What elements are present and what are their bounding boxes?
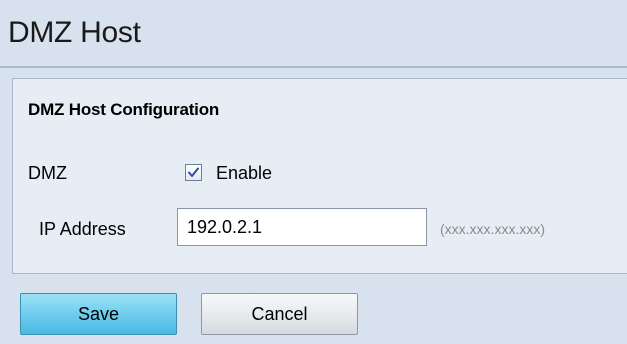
enable-checkbox-label[interactable]: Enable — [216, 163, 272, 183]
title-divider — [0, 66, 627, 68]
save-button[interactable]: Save — [20, 293, 177, 335]
cancel-button[interactable]: Cancel — [201, 293, 358, 335]
section-title: DMZ Host Configuration — [28, 100, 220, 119]
ip-address-input[interactable] — [177, 208, 427, 246]
page-title: DMZ Host — [8, 16, 141, 49]
dmz-label: DMZ — [28, 163, 67, 183]
ip-address-label: IP Address — [39, 219, 126, 239]
ip-format-hint: (xxx.xxx.xxx.xxx) — [440, 221, 545, 237]
dmz-enable-checkbox[interactable] — [185, 164, 202, 181]
checkmark-icon — [188, 167, 199, 177]
